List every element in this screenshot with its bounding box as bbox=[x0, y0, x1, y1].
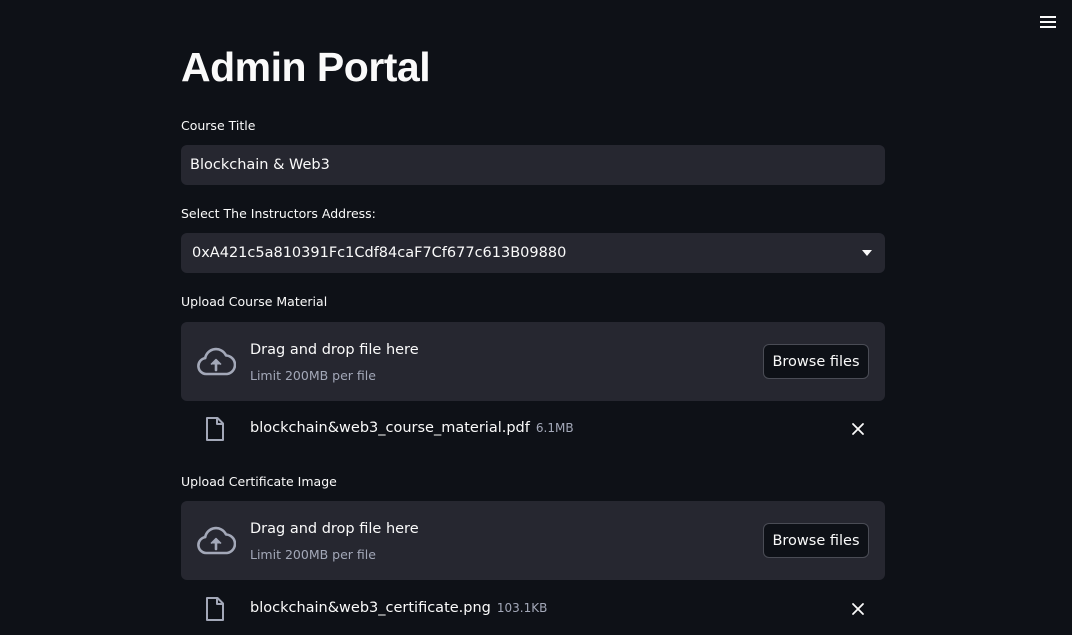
course-material-label: Upload Course Material bbox=[181, 294, 328, 309]
course-title-value: Blockchain & Web3 bbox=[190, 157, 330, 173]
close-icon[interactable] bbox=[850, 601, 866, 617]
cloud-upload-icon bbox=[197, 526, 236, 555]
course-title-label: Course Title bbox=[181, 118, 256, 133]
dropzone-instructions: Drag and drop file here bbox=[250, 521, 419, 537]
uploaded-file-name: blockchain&web3_course_material.pdf bbox=[250, 420, 530, 436]
chevron-down-icon bbox=[862, 250, 872, 256]
course-title-input[interactable]: Blockchain & Web3 bbox=[181, 145, 885, 185]
uploaded-file-info: blockchain&web3_certificate.png 103.1KB bbox=[250, 600, 547, 616]
main-menu-button[interactable] bbox=[1034, 10, 1062, 34]
page-title: Admin Portal bbox=[181, 44, 431, 90]
file-icon bbox=[206, 417, 224, 441]
uploaded-file-row: blockchain&web3_course_material.pdf 6.1MB bbox=[181, 414, 885, 444]
uploaded-file-row: blockchain&web3_certificate.png 103.1KB bbox=[181, 594, 885, 624]
hamburger-menu-icon bbox=[1040, 16, 1056, 28]
file-icon bbox=[206, 597, 224, 621]
instructor-address-select[interactable]: 0xA421c5a810391Fc1Cdf84caF7Cf677c613B098… bbox=[181, 233, 885, 273]
uploaded-file-info: blockchain&web3_course_material.pdf 6.1MB bbox=[250, 420, 574, 436]
browse-files-button[interactable]: Browse files bbox=[763, 344, 869, 379]
certificate-image-dropzone[interactable]: Drag and drop file here Limit 200MB per … bbox=[181, 501, 885, 580]
browse-files-button[interactable]: Browse files bbox=[763, 523, 869, 558]
course-material-dropzone[interactable]: Drag and drop file here Limit 200MB per … bbox=[181, 322, 885, 401]
uploaded-file-name: blockchain&web3_certificate.png bbox=[250, 600, 491, 616]
cloud-upload-icon bbox=[197, 347, 236, 376]
uploaded-file-size: 6.1MB bbox=[535, 421, 574, 435]
dropzone-instructions: Drag and drop file here bbox=[250, 342, 419, 358]
instructor-address-value: 0xA421c5a810391Fc1Cdf84caF7Cf677c613B098… bbox=[192, 245, 567, 261]
certificate-image-label: Upload Certificate Image bbox=[181, 474, 337, 489]
dropzone-limit: Limit 200MB per file bbox=[250, 368, 376, 383]
instructor-address-label: Select The Instructors Address: bbox=[181, 206, 376, 221]
close-icon[interactable] bbox=[850, 421, 866, 437]
dropzone-limit: Limit 200MB per file bbox=[250, 547, 376, 562]
uploaded-file-size: 103.1KB bbox=[496, 601, 548, 615]
